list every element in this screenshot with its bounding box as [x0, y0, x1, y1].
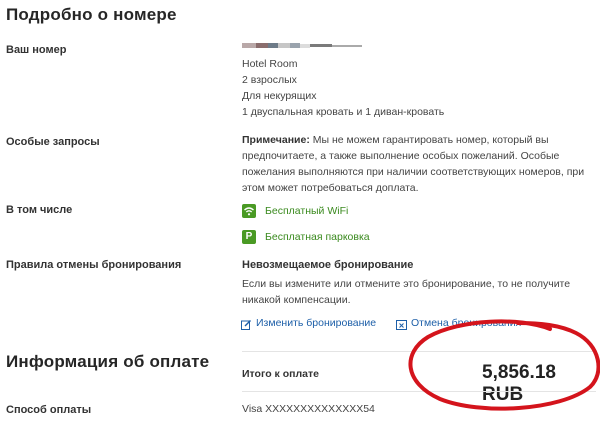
room-guests: 2 взрослых — [242, 74, 297, 86]
cancellation-label: Правила отмены бронирования — [6, 259, 182, 271]
cancellation-text: Если вы измените или отмените это бронир… — [242, 278, 571, 306]
parking-icon: P — [242, 230, 256, 244]
note-bold: Примечание: — [242, 134, 310, 146]
details-title: Подробно о номере — [6, 5, 177, 24]
room-label: Ваш номер — [6, 44, 67, 56]
red-annotation-ellipse — [408, 319, 600, 411]
redacted-room-name — [242, 43, 362, 49]
total-label: Итого к оплате — [242, 368, 319, 380]
payment-method-value: Visa XXXXXXXXXXXXXX54 — [242, 403, 375, 415]
included-label: В том числе — [6, 204, 73, 216]
payment-title: Информация об оплате — [6, 352, 210, 371]
wifi-icon — [242, 204, 256, 218]
room-smoking: Для некурящих — [242, 90, 317, 102]
change-booking-link[interactable]: Изменить бронирование — [256, 317, 376, 329]
payment-method-label: Способ оплаты — [6, 404, 92, 416]
special-requests-note: Примечание: Мы не можем гарантировать но… — [242, 132, 592, 196]
cancellation-title: Невозмещаемое бронирование — [242, 259, 414, 271]
parking-text: Бесплатная парковка — [265, 231, 370, 243]
wifi-text: Бесплатный WiFi — [265, 205, 349, 217]
room-type: Hotel Room — [242, 58, 298, 70]
room-details: Hotel Room 2 взрослых Для некурящих 1 дв… — [242, 56, 444, 120]
edit-icon — [241, 317, 252, 335]
special-requests-label: Особые запросы — [6, 136, 100, 148]
room-beds: 1 двуспальная кровать и 1 диван-кровать — [242, 106, 445, 118]
